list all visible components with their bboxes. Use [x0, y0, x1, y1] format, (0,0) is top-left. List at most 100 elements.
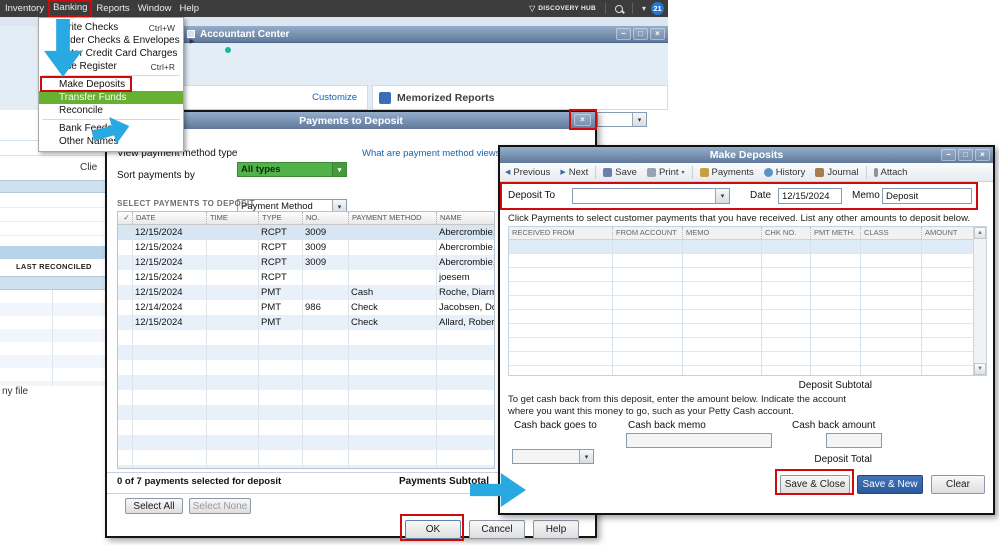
column-header-amount: AMOUNT [921, 227, 973, 239]
cell-date: 12/15/2024 [132, 225, 206, 240]
chevron-down-icon: ▾ [682, 169, 685, 176]
row-checkbox [118, 270, 132, 285]
history-button[interactable]: History [759, 163, 811, 182]
active-entry-row[interactable] [509, 240, 973, 253]
journal-button[interactable]: Journal [810, 163, 863, 182]
method-views-link[interactable]: What are payment method views? [362, 148, 506, 159]
notification-badge[interactable]: 21 [651, 2, 664, 15]
search-icon[interactable] [615, 5, 623, 13]
previous-label: Previous [513, 167, 550, 178]
date-field[interactable]: 12/15/2024 [778, 188, 842, 204]
clear-button[interactable]: Clear [931, 475, 985, 494]
cell-time [206, 240, 258, 255]
maximize-icon[interactable]: □ [958, 149, 973, 161]
background-table-header [0, 180, 105, 193]
cancel-button[interactable]: Cancel [469, 520, 525, 539]
save-close-button[interactable]: Save & Close [780, 475, 850, 494]
deposit-to-dropdown[interactable]: ▾ [572, 188, 730, 204]
menu-banking[interactable]: Banking [48, 0, 92, 17]
save-icon [603, 168, 612, 177]
scroll-down-icon[interactable]: ▼ [974, 363, 986, 375]
cell-name: Jacobsen, Doug [436, 300, 494, 315]
chevron-down-icon[interactable]: ▾ [642, 4, 646, 13]
memo-field[interactable]: Deposit [882, 188, 972, 204]
next-button[interactable]: ▶Next [555, 163, 593, 182]
save-button[interactable]: Save [598, 163, 642, 182]
maximize-icon[interactable]: □ [633, 28, 648, 40]
column-header-class: CLASS [860, 227, 921, 239]
cell-no: 3009 [302, 225, 348, 240]
cell-date: 12/15/2024 [132, 285, 206, 300]
close-icon[interactable]: × [650, 28, 665, 40]
ok-button[interactable]: OK [405, 520, 461, 539]
menu-help[interactable]: Help [175, 0, 203, 17]
deposit-total-label: Deposit Total [772, 454, 872, 465]
cashback-memo-label: Cash back memo [628, 420, 706, 431]
deposit-window-titlebar[interactable]: Make Deposits − □ × [500, 147, 993, 163]
toolbar-divider [595, 166, 596, 179]
payment-row[interactable]: 12/15/2024RCPTjoesem [118, 270, 494, 285]
minimize-icon[interactable]: − [941, 149, 956, 161]
cell-method [348, 255, 436, 270]
help-button[interactable]: Help [533, 520, 579, 539]
menu-item-label: Transfer Funds [59, 92, 126, 103]
payment-row[interactable]: 12/15/2024RCPT3009Abercrombie, Kri [118, 225, 494, 240]
select-none-button[interactable]: Select None [189, 498, 251, 514]
cell-no: 3009 [302, 255, 348, 270]
cell-no: 986 [302, 300, 348, 315]
cashback-amount-field[interactable] [826, 433, 882, 448]
payments-button[interactable]: Payments [695, 163, 759, 182]
minimize-icon[interactable]: − [616, 28, 631, 40]
menu-item-label: Reconcile [59, 105, 103, 116]
vertical-scrollbar[interactable]: ▲ ▼ [973, 227, 986, 375]
attach-button[interactable]: Attach [869, 163, 913, 182]
journal-icon [815, 168, 824, 177]
history-icon [764, 168, 773, 177]
print-button[interactable]: Print▾ [642, 163, 690, 182]
menu-item-reconcile[interactable]: Reconcile [39, 104, 183, 117]
column-header-time: TIME [206, 212, 258, 224]
customize-link[interactable]: Customize [312, 92, 357, 103]
scroll-up-icon[interactable]: ▲ [974, 227, 986, 239]
cell-name: Abercrombie, Kri [436, 255, 494, 270]
deposit-to-label: Deposit To [508, 190, 555, 201]
deposit-toolbar: ◀Previous ▶Next Save Print▾ Payments His… [500, 163, 993, 182]
background-dropdown[interactable]: ▾ [597, 112, 647, 127]
menu-window[interactable]: Window [134, 0, 176, 17]
payments-label: Payments [712, 167, 754, 178]
payment-row[interactable]: 12/15/2024PMTCheckAllard, Robert [118, 315, 494, 330]
memorized-reports-title: Memorized Reports [397, 92, 494, 104]
cashback-memo-field[interactable] [626, 433, 772, 448]
attach-icon [874, 168, 878, 177]
deposit-table-body[interactable] [509, 240, 973, 375]
menu-inventory[interactable]: Inventory [1, 0, 48, 17]
payment-row[interactable]: 12/15/2024PMTCashRoche, Diarmuid [118, 285, 494, 300]
select-all-button[interactable]: Select All [125, 498, 183, 514]
background-panel: Customize [183, 85, 368, 110]
background-left-column: Clie LAST RECONCILED ny file [0, 110, 105, 545]
toolbar-divider [866, 166, 867, 179]
menu-item-other-names[interactable]: Other Names [39, 135, 183, 148]
deposit-table-header: RECEIVED FROM FROM ACCOUNT MEMO CHK NO. … [509, 227, 986, 240]
menu-reports[interactable]: Reports [92, 0, 133, 17]
payment-row[interactable]: 12/15/2024RCPT3009Abercrombie, Kri [118, 240, 494, 255]
payment-row[interactable]: 12/14/2024PMT986CheckJacobsen, Doug [118, 300, 494, 315]
close-icon[interactable]: × [975, 149, 990, 161]
cell-type: RCPT [258, 270, 302, 285]
background-selected-row [0, 246, 105, 259]
chevron-down-icon: ▾ [715, 189, 729, 203]
cashback-goes-to-dropdown[interactable]: ▾ [512, 449, 594, 464]
background-line [0, 155, 105, 156]
cell-name: Allard, Robert [436, 315, 494, 330]
payment-row[interactable]: 12/15/2024RCPT3009Abercrombie, Kri [118, 255, 494, 270]
close-icon[interactable]: × [574, 114, 591, 126]
discovery-hub-button[interactable]: ▽ DISCOVERY HUB [529, 4, 596, 13]
previous-button[interactable]: ◀Previous [500, 163, 555, 182]
save-new-button[interactable]: Save & New [857, 475, 923, 494]
payment-method-type-dropdown[interactable]: All types ▾ [237, 162, 347, 177]
menu-item-transfer-funds[interactable]: Transfer Funds [39, 91, 183, 104]
accountant-center-titlebar[interactable]: Accountant Center − □ × [183, 26, 668, 43]
menu-item-make-deposits[interactable]: Make Deposits [39, 78, 183, 91]
column-header-from-account: FROM ACCOUNT [612, 227, 682, 239]
chevron-down-icon: ▾ [332, 163, 346, 176]
